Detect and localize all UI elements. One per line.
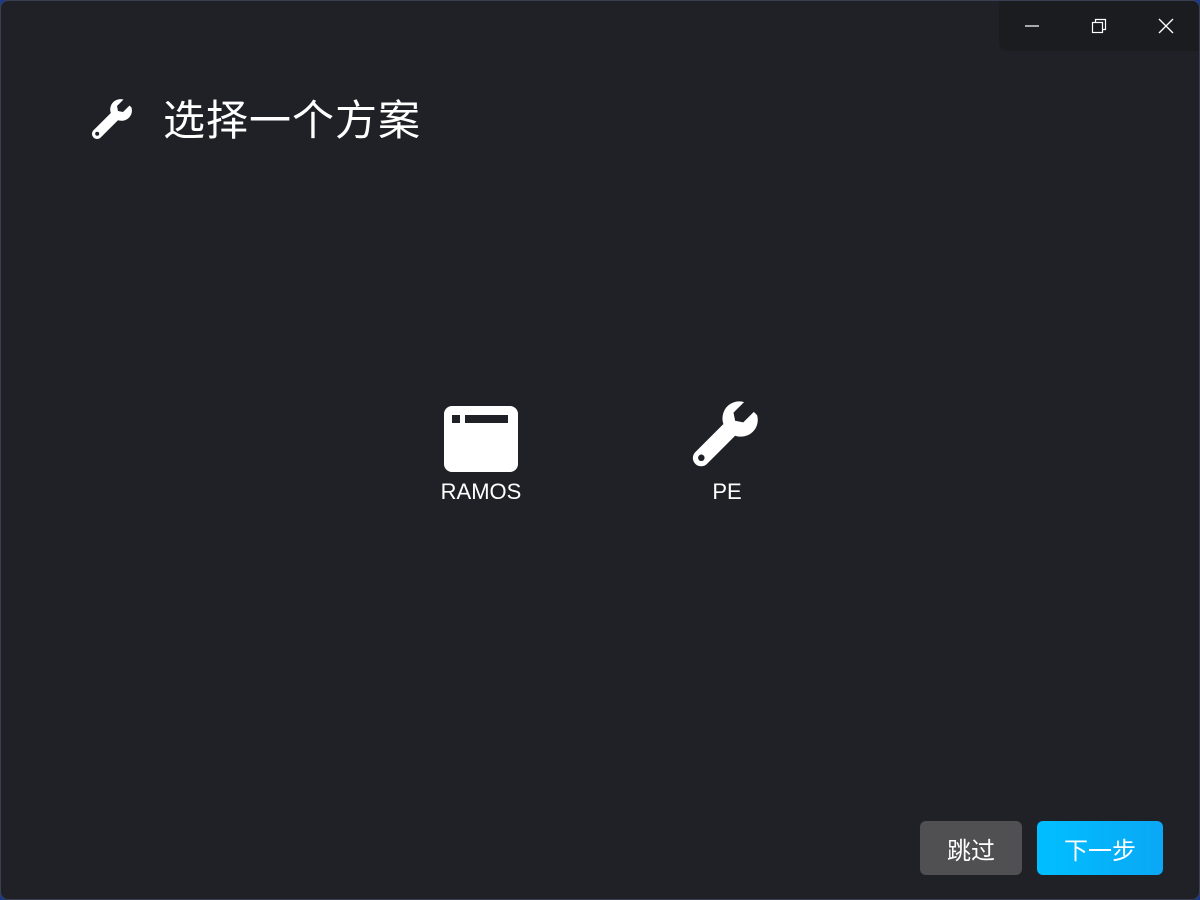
minimize-button[interactable]	[999, 1, 1066, 51]
option-ramos[interactable]: RAMOS	[411, 397, 551, 517]
close-icon	[1158, 18, 1174, 34]
option-label: PE	[712, 479, 742, 504]
setup-window: 选择一个方案 RAMOS PE 跳过 下一步	[0, 0, 1200, 900]
skip-button[interactable]: 跳过	[920, 821, 1022, 875]
page-header: 选择一个方案	[89, 95, 421, 147]
minimize-icon	[1025, 25, 1040, 27]
close-button[interactable]	[1132, 1, 1199, 51]
restore-icon	[1091, 18, 1107, 34]
wrench-icon	[687, 397, 767, 477]
option-pe[interactable]: PE	[657, 397, 797, 517]
option-label: RAMOS	[440, 479, 522, 504]
wrench-icon	[89, 97, 137, 145]
maximize-button[interactable]	[1066, 1, 1133, 51]
next-button[interactable]: 下一步	[1037, 821, 1163, 875]
page-title: 选择一个方案	[163, 96, 422, 145]
window-icon	[441, 397, 521, 477]
caption-bar	[999, 1, 1199, 51]
